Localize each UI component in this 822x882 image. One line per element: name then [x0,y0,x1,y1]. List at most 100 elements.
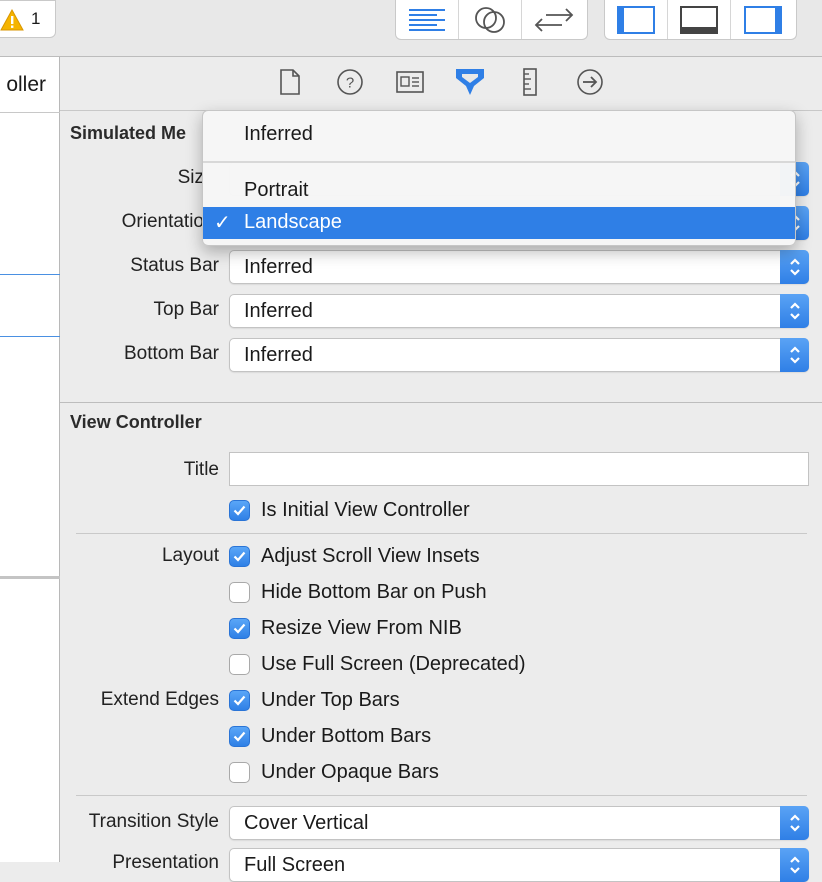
view-controller-section-title: View Controller [70,412,202,432]
checkmark-icon: ✓ [214,212,231,234]
bottom-bar-popup[interactable]: Inferred [229,338,809,372]
help-circle-icon: ? [336,68,364,101]
layout-option-label: Resize View From NIB [261,616,462,639]
top-bar-label: Top Bar [153,299,219,320]
size-inspector-tab[interactable] [515,67,545,101]
resize-from-nib-checkbox[interactable] [229,617,250,639]
title-label: Title [183,459,219,480]
svg-text:?: ? [346,74,354,91]
menu-item-label: Inferred [244,123,313,145]
menu-separator [203,161,795,163]
warning-count: 1 [31,9,41,28]
extend-edges-option-label: Under Opaque Bars [261,760,439,783]
top-bar-value: Inferred [244,300,313,322]
right-panel-icon [743,6,782,34]
layout-option-row[interactable]: Hide Bottom Bar on Push [229,579,487,605]
extend-edges-label: Extend Edges [100,689,219,710]
status-bar-label: Status Bar [130,255,219,276]
divider [76,533,807,534]
version-editor-button[interactable] [522,0,585,39]
status-bar-popup[interactable]: Inferred [229,250,809,284]
presentation-popup[interactable]: Full Screen [229,848,809,882]
editor-mode-segmented-control [395,0,588,40]
menu-item-label: Portrait [244,179,309,201]
extend-edges-option-row[interactable]: Under Opaque Bars [229,759,439,785]
adjust-scroll-insets-checkbox[interactable] [229,545,250,567]
inspector-tab-bar: ? [60,57,822,111]
menu-item-label: Landscape [244,211,342,233]
popup-arrows-icon [780,250,809,284]
file-inspector-tab[interactable] [275,68,305,100]
assistant-editor-button[interactable] [459,0,522,39]
window-toolbar: 1 [0,0,822,57]
popup-arrows-icon [780,294,809,328]
status-bar-value: Inferred [244,256,313,278]
under-bottom-bars-checkbox[interactable] [229,725,250,747]
extend-edges-option-label: Under Bottom Bars [261,724,432,747]
layout-option-row[interactable]: Use Full Screen (Deprecated) [229,651,526,677]
panel-visibility-segmented-control [604,0,797,40]
identity-inspector-tab[interactable] [395,69,425,99]
under-top-bars-checkbox[interactable] [229,689,250,711]
transition-style-label: Transition Style [88,811,219,832]
warning-triangle-icon [0,8,24,36]
popup-arrows-icon [780,806,809,840]
swap-arrows-icon [534,6,574,34]
presentation-label: Presentation [112,852,219,873]
simulated-metrics-section-title: Simulated Me [70,123,187,143]
connections-arrow-icon [576,68,604,101]
menu-item-inferred[interactable]: Inferred [203,119,795,151]
file-icon [279,68,301,100]
menu-item-landscape[interactable]: ✓ Landscape [203,207,795,239]
extend-edges-option-row[interactable]: Under Bottom Bars [229,723,431,749]
bottom-bar-value: Inferred [244,344,313,366]
under-opaque-bars-checkbox[interactable] [229,761,250,783]
popup-arrows-icon [780,338,809,372]
title-field[interactable] [229,452,809,486]
toggle-utilities-button[interactable] [731,0,794,39]
bottom-panel-icon [680,6,718,34]
quick-help-inspector-tab[interactable]: ? [335,68,365,101]
warning-indicator-button[interactable]: 1 [0,0,56,38]
layout-option-row[interactable]: Adjust Scroll View Insets [229,543,480,569]
extend-edges-option-row[interactable]: Under Top Bars [229,687,400,713]
top-bar-popup[interactable]: Inferred [229,294,809,328]
toggle-debug-area-button[interactable] [668,0,731,39]
scene-guide-line [0,336,60,337]
menu-item-portrait[interactable]: Portrait [203,175,795,207]
popup-arrows-icon [780,848,809,882]
initial-view-controller-checkbox-row[interactable]: Is Initial View Controller [229,497,470,523]
align-lines-icon [408,7,446,33]
layout-option-row[interactable]: Resize View From NIB [229,615,462,641]
section-divider [60,402,822,403]
initial-view-controller-label: Is Initial View Controller [261,498,470,521]
bottom-bar-label: Bottom Bar [123,343,219,364]
connections-inspector-tab[interactable] [575,68,605,101]
identity-card-icon [396,70,424,98]
toggle-navigator-button[interactable] [605,0,668,39]
attributes-inspector-tab[interactable] [454,67,486,102]
two-circles-icon [473,6,507,34]
transition-style-popup[interactable]: Cover Vertical [229,806,809,840]
ruler-icon [522,67,538,101]
view-controller-scene-label[interactable]: oller [0,73,60,97]
layout-option-label: Hide Bottom Bar on Push [261,580,487,603]
standard-editor-button[interactable] [396,0,459,39]
layout-option-label: Adjust Scroll View Insets [261,544,480,567]
transition-style-value: Cover Vertical [244,812,369,834]
extend-edges-option-label: Under Top Bars [261,688,400,711]
hide-bottom-bar-checkbox[interactable] [229,581,250,603]
layout-label: Layout [161,545,219,566]
layout-option-label: Use Full Screen (Deprecated) [261,652,526,675]
orientation-dropdown-menu: Inferred Portrait ✓ Landscape [202,110,796,246]
divider [76,795,807,796]
use-full-screen-checkbox[interactable] [229,653,250,675]
divider [0,112,60,113]
scene-bottom-edge [0,576,60,579]
presentation-value: Full Screen [244,854,346,876]
attributes-icon [454,67,486,102]
size-label: Siz [177,167,204,188]
left-panel-icon [617,6,655,34]
orientation-label: Orientatio [121,211,204,232]
initial-view-controller-checkbox[interactable] [229,499,250,521]
